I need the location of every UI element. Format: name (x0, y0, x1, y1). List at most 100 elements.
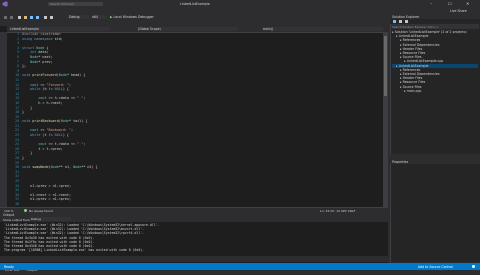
code-token: cout (22, 142, 47, 146)
output-source-dropdown[interactable]: Debug (30, 217, 71, 221)
code-token: NULL (55, 87, 63, 91)
code-token: * prev; (38, 60, 52, 64)
code-token: "Forward: " (47, 83, 69, 87)
undo-icon[interactable] (44, 16, 47, 19)
code-token: #include (22, 32, 40, 36)
code-token: } (22, 106, 32, 110)
code-token: ** n1, (59, 165, 73, 169)
code-token: cout (22, 83, 38, 87)
platform-value: x64 (92, 15, 98, 19)
code-token: n1->prev = n1->prev; (22, 184, 71, 188)
code-token: { (44, 46, 48, 50)
member-value: main() (263, 27, 273, 31)
output-source-value: Debug (31, 217, 41, 221)
code-token: using namespace (22, 37, 55, 41)
output-toolbar: Show output from: Debug (0, 217, 388, 222)
code-token: int (22, 50, 38, 54)
code-token: << h->data << (47, 96, 78, 100)
window-title: LinkedListExample (180, 2, 210, 6)
code-token: while (22, 133, 42, 137)
new-file-icon[interactable] (18, 16, 21, 19)
code-token: ; (69, 83, 71, 87)
code-token: ; (83, 96, 85, 100)
code-token: ; (83, 142, 85, 146)
code-token: t = t->prev; (22, 147, 63, 151)
home-icon[interactable] (393, 20, 396, 23)
editor-scrollbar-thumb[interactable] (384, 36, 387, 96)
code-token: data; (38, 50, 48, 54)
open-folder-icon[interactable] (24, 16, 27, 19)
code-token: printForward (32, 73, 57, 77)
close-button[interactable]: ✕ (466, 2, 469, 6)
member-dropdown[interactable]: main() (262, 27, 383, 31)
code-token: n1->next = n1->next; (22, 193, 71, 197)
code-token: << t->data << (47, 142, 78, 146)
editor-gutter[interactable] (0, 32, 7, 207)
configuration-value: Debug (69, 15, 79, 19)
solution-search-input[interactable]: Search Solution Explorer (Ctrl+;) (391, 24, 479, 29)
save-icon[interactable] (30, 16, 33, 19)
code-token: Node (51, 165, 59, 169)
scope-dropdown[interactable]: (Global Scope) (137, 27, 238, 31)
code-token: }; (22, 64, 26, 68)
forward-icon[interactable] (10, 16, 13, 19)
refresh-icon[interactable] (399, 20, 402, 23)
code-token: h = h->next; (22, 101, 63, 105)
output-text[interactable]: 'LinkedListExample.exe' (Win32): Loaded … (4, 223, 384, 257)
code-token: ** n2) { (81, 165, 97, 169)
code-token: struct (22, 46, 36, 50)
code-token: ) { (63, 87, 69, 91)
live-share-button[interactable]: Live Share (450, 9, 467, 13)
code-token: cout (22, 96, 47, 100)
status-ready: Ready (4, 265, 14, 269)
code-token: * head) { (67, 73, 85, 77)
code-area[interactable]: #include <iostream>using namespace std;s… (22, 32, 377, 207)
output-source-label: Show output from: (3, 218, 31, 222)
platform-dropdown[interactable]: x64 (91, 15, 106, 19)
search-placeholder: Search (Ctrl+Q) (48, 2, 74, 6)
code-token: ; (71, 128, 73, 132)
line-numbers: 1234567891011121314151617181920212223242… (7, 32, 19, 207)
code-token: Node (22, 60, 38, 64)
maximize-button[interactable]: ☐ (448, 2, 452, 6)
back-icon[interactable] (4, 16, 7, 19)
code-token: << (38, 128, 46, 132)
add-source-control-button[interactable]: Add to Source Control (418, 265, 453, 269)
save-all-icon[interactable] (36, 16, 39, 19)
scope-value: (Global Scope) (138, 27, 161, 31)
project-dropdown[interactable]: LinkedListExample (9, 27, 110, 31)
title-bar: Search (Ctrl+Q) LinkedListExample – ☐ ✕ (0, 0, 480, 8)
code-token: (t != (42, 133, 54, 137)
run-button[interactable]: ▶ Local Windows Debugger (110, 15, 162, 19)
code-token: Node (59, 73, 67, 77)
properties-panel (390, 159, 480, 262)
code-token: void (22, 73, 32, 77)
notifications-icon[interactable] (472, 265, 475, 268)
code-token: Node (22, 55, 38, 59)
bottom-panel-tabs: Error ListOutput (0, 256, 388, 262)
code-token: cout (22, 128, 38, 132)
run-label: Local Windows Debugger (113, 15, 153, 19)
properties-title: Properties (392, 160, 408, 164)
code-token: while (22, 87, 42, 91)
visual-studio-logo-icon (2, 1, 8, 7)
code-token: printBackward (32, 119, 59, 123)
code-token: * next; (38, 55, 52, 59)
code-token: } (22, 110, 24, 114)
solution-search-placeholder: Search Solution Explorer (Ctrl+;) (392, 25, 438, 29)
output-line: The program '[10908] LinkedListExample.e… (4, 248, 384, 252)
code-token: ) { (63, 133, 69, 137)
solution-tree: ▸ Solution 'LinkedListExample' (2 of 2 p… (392, 30, 478, 150)
code-token: std; (55, 37, 63, 41)
properties-header: Properties (390, 159, 480, 164)
search-box[interactable]: Search (Ctrl+Q) (48, 2, 103, 6)
code-token: } (22, 156, 24, 160)
code-token: } (22, 151, 32, 155)
configuration-dropdown[interactable]: Debug (68, 15, 89, 19)
collapse-all-icon[interactable] (405, 20, 408, 23)
code-token: * tail) { (69, 119, 87, 123)
minimize-button[interactable]: – (430, 2, 432, 6)
redo-icon[interactable] (50, 16, 53, 19)
solution-tree-item[interactable]: ▸ main.cpp (392, 89, 478, 93)
line-number: 38 (7, 202, 19, 207)
